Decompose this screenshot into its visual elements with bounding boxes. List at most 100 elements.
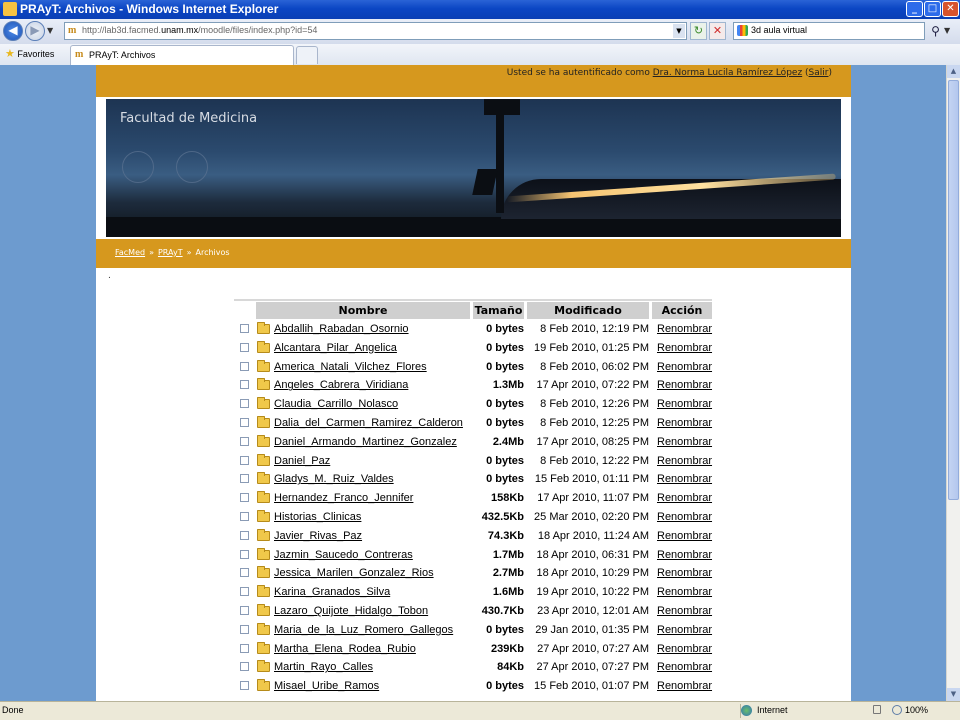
folder-link[interactable]: Jessica_Marilen_Gonzalez_Rios xyxy=(274,567,434,579)
row-checkbox[interactable] xyxy=(240,624,249,634)
rename-link[interactable]: Renombrar xyxy=(657,473,712,485)
row-checkbox[interactable] xyxy=(240,568,249,578)
new-tab-button[interactable] xyxy=(296,46,318,64)
table-row: Hernandez_Franco_Jennifer 158Kb 17 Apr 201… xyxy=(234,489,712,508)
logout-link[interactable]: Salir xyxy=(809,68,829,78)
row-checkbox[interactable] xyxy=(240,380,249,390)
row-checkbox[interactable] xyxy=(240,681,249,691)
row-checkbox[interactable] xyxy=(240,587,249,597)
folder-link[interactable]: Karina_Granados_Silva xyxy=(274,586,390,598)
search-options-icon[interactable]: ▼ xyxy=(944,26,950,35)
row-checkbox[interactable] xyxy=(240,436,249,446)
address-bar[interactable]: m http://lab3d.facmed.unam.mx/moodle/fil… xyxy=(64,22,687,40)
rename-link[interactable]: Renombrar xyxy=(657,492,712,504)
row-checkbox[interactable] xyxy=(240,549,249,559)
search-input[interactable]: 3d aula virtual xyxy=(733,22,925,40)
folder-link[interactable]: Lazaro_Quijote_Hidalgo_Tobon xyxy=(274,605,428,617)
rename-link[interactable]: Renombrar xyxy=(657,643,712,655)
rename-link[interactable]: Renombrar xyxy=(657,680,712,692)
file-size: 1.6Mb xyxy=(492,586,524,599)
history-dropdown-icon[interactable]: ▼ xyxy=(47,26,53,35)
scroll-up-icon[interactable]: ▲ xyxy=(947,65,960,78)
folder-link[interactable]: Alcantara_Pilar_Angelica xyxy=(274,342,397,354)
folder-icon xyxy=(257,322,270,334)
row-checkbox[interactable] xyxy=(240,324,249,333)
folder-icon xyxy=(257,378,270,391)
close-window-button[interactable]: ✕ xyxy=(942,1,959,17)
folder-link[interactable]: Martha_Elena_Rodea_Rubio xyxy=(274,643,416,655)
folder-link[interactable]: America_Natali_Vilchez_Flores xyxy=(274,361,427,373)
folder-link[interactable]: Daniel_Armando_Martinez_Gonzalez xyxy=(274,436,457,448)
row-checkbox[interactable] xyxy=(240,530,249,540)
column-header-nombre[interactable]: Nombre xyxy=(256,302,470,319)
rename-link[interactable]: Renombrar xyxy=(657,342,712,354)
rename-link[interactable]: Renombrar xyxy=(657,436,712,448)
column-header-modificado[interactable]: Modificado xyxy=(527,302,649,319)
folder-link[interactable]: Javier_Rivas_Paz xyxy=(274,530,362,542)
scroll-down-icon[interactable]: ▼ xyxy=(947,688,960,701)
row-checkbox[interactable] xyxy=(240,662,249,672)
maximize-button[interactable]: □ xyxy=(924,1,941,17)
rename-link[interactable]: Renombrar xyxy=(657,549,712,561)
rename-link[interactable]: Renombrar xyxy=(657,379,712,391)
scrollbar-thumb[interactable] xyxy=(948,80,959,500)
rename-link[interactable]: Renombrar xyxy=(657,511,712,523)
browser-tab[interactable]: m PRAyT: Archivos xyxy=(70,45,294,65)
user-link[interactable]: Dra. Norma Lucila Ramírez López xyxy=(653,68,802,78)
breadcrumb-prayt[interactable]: PRAyT xyxy=(158,248,183,257)
minimize-button[interactable]: _ xyxy=(906,1,923,17)
rename-link[interactable]: Renombrar xyxy=(657,586,712,598)
vertical-scrollbar[interactable]: ▲ ▼ xyxy=(946,65,960,701)
row-checkbox[interactable] xyxy=(240,418,249,427)
row-checkbox[interactable] xyxy=(240,474,249,484)
row-checkbox[interactable] xyxy=(240,455,249,465)
refresh-icon[interactable]: ↻ xyxy=(690,22,707,40)
forward-icon[interactable]: ▶ xyxy=(25,21,45,41)
stop-icon[interactable]: ✕ xyxy=(709,22,726,40)
rename-link[interactable]: Renombrar xyxy=(657,624,712,636)
table-row: Lazaro_Quijote_Hidalgo_Tobon 430.7Kb 23 Ap… xyxy=(234,602,712,621)
folder-link[interactable]: Martin_Rayo_Calles xyxy=(274,661,373,673)
file-size: 0 bytes xyxy=(486,473,524,486)
folder-link[interactable]: Gladys_M._Ruiz_Valdes xyxy=(274,473,394,485)
rename-link[interactable]: Renombrar xyxy=(657,455,712,467)
rename-link[interactable]: Renombrar xyxy=(657,605,712,617)
zoom-icon[interactable] xyxy=(892,705,902,715)
folder-link[interactable]: Jazmin_Saucedo_Contreras xyxy=(274,549,413,561)
folder-link[interactable]: Dalia_del_Carmen_Ramirez_Calderon xyxy=(274,417,463,429)
rename-link[interactable]: Renombrar xyxy=(657,323,712,335)
row-checkbox[interactable] xyxy=(240,361,249,371)
row-checkbox[interactable] xyxy=(240,342,249,352)
back-icon[interactable]: ◀ xyxy=(3,21,23,41)
rename-link[interactable]: Renombrar xyxy=(657,361,712,373)
folder-link[interactable]: Hernandez_Franco_Jennifer xyxy=(274,492,413,504)
folder-link[interactable]: Misael_Uribe_Ramos xyxy=(274,680,379,692)
rename-link[interactable]: Renombrar xyxy=(657,661,712,673)
zoom-level[interactable]: 100% xyxy=(905,705,928,715)
modified-date: 8 Feb 2010, 12:19 PM xyxy=(540,323,649,335)
row-checkbox[interactable] xyxy=(240,512,249,521)
row-checkbox[interactable] xyxy=(240,606,249,615)
address-dropdown-icon[interactable]: ▼ xyxy=(673,24,685,38)
folder-link[interactable]: Claudia_Carrillo_Nolasco xyxy=(274,398,398,410)
row-checkbox[interactable] xyxy=(240,399,249,409)
folder-link[interactable]: Angeles_Cabrera_Viridiana xyxy=(274,379,408,391)
rename-link[interactable]: Renombrar xyxy=(657,398,712,410)
table-row: Javier_Rivas_Paz 74.3Kb 18 Apr 2010, 11:24… xyxy=(234,527,712,546)
column-header-tamano[interactable]: Tamaño xyxy=(473,302,524,319)
header-bar: Usted se ha autentificado como Dra. Norm… xyxy=(96,65,851,97)
rename-link[interactable]: Renombrar xyxy=(657,417,712,429)
search-icon[interactable]: ⚲ xyxy=(927,22,944,40)
folder-link[interactable]: Daniel_Paz xyxy=(274,455,330,467)
favorites-button[interactable]: ★ Favorites xyxy=(5,47,54,60)
file-size: 2.4Mb xyxy=(492,435,524,448)
breadcrumb-facmed[interactable]: FacMed xyxy=(115,248,145,257)
folder-link[interactable]: Maria_de_la_Luz_Romero_Gallegos xyxy=(274,624,453,636)
rename-link[interactable]: Renombrar xyxy=(657,567,712,579)
rename-link[interactable]: Renombrar xyxy=(657,530,712,542)
folder-link[interactable]: Historias_Clinicas xyxy=(274,511,361,523)
folder-link[interactable]: Abdallih_Rabadan_Osornio xyxy=(274,323,409,335)
breadcrumb-current: Archivos xyxy=(195,248,230,257)
row-checkbox[interactable] xyxy=(240,643,249,653)
row-checkbox[interactable] xyxy=(240,493,249,503)
